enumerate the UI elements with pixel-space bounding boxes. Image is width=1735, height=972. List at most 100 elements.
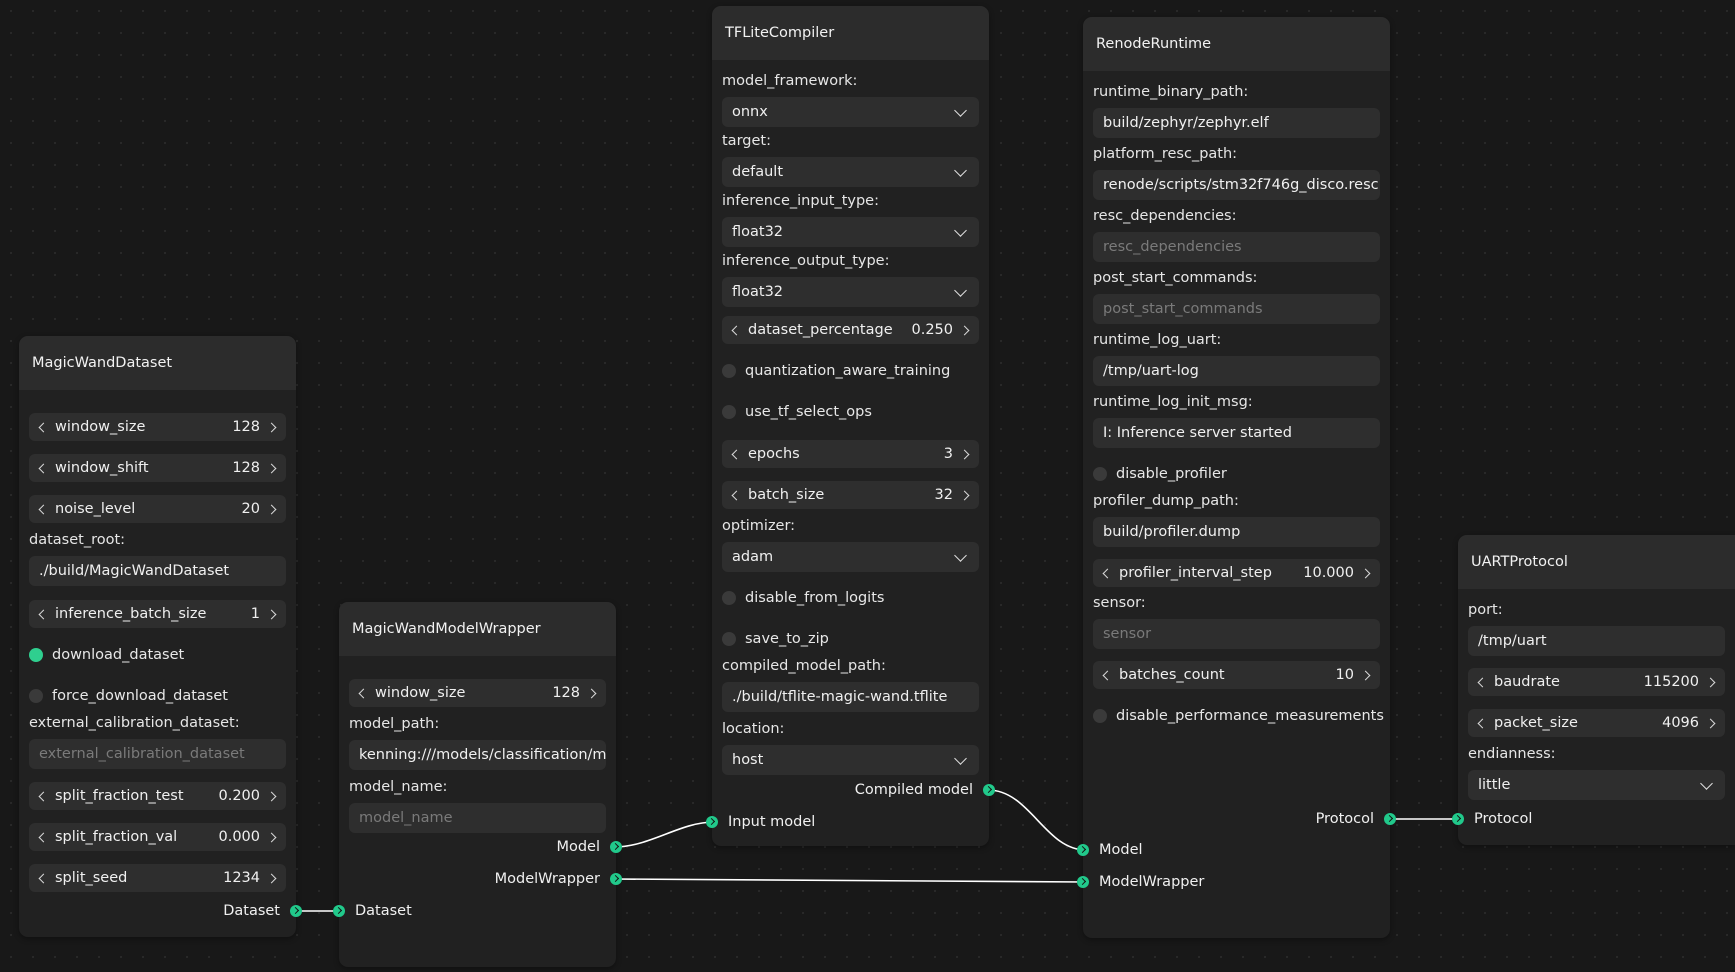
increment-icon[interactable]	[957, 316, 975, 344]
input-port-model[interactable]: Model	[1077, 840, 1143, 860]
runtime-binary-path-input[interactable]: build/zephyr/zephyr.elf	[1093, 108, 1380, 138]
checkbox-off-icon[interactable]	[29, 689, 43, 703]
batch-size-stepper[interactable]: batch_size 32	[722, 481, 979, 509]
decrement-icon[interactable]	[33, 413, 51, 441]
location-select[interactable]: host	[722, 745, 979, 775]
profiler-dump-path-input[interactable]: build/profiler.dump	[1093, 517, 1380, 547]
decrement-icon[interactable]	[33, 823, 51, 851]
model-name-input[interactable]: model_name	[349, 803, 606, 833]
force-download-dataset-checkbox[interactable]: force_download_dataset	[29, 685, 286, 707]
node-tflite-compiler[interactable]: TFLiteCompiler model_framework: onnx tar…	[706, 6, 995, 846]
increment-icon[interactable]	[584, 679, 602, 707]
port-connector-icon[interactable]	[983, 784, 995, 796]
window-size-stepper[interactable]: window_size 128	[29, 413, 286, 441]
split-fraction-val-stepper[interactable]: split_fraction_val 0.000	[29, 823, 286, 851]
input-port-protocol[interactable]: Protocol	[1452, 809, 1532, 829]
node-title[interactable]: MagicWandModelWrapper	[339, 602, 616, 656]
disable-performance-measurements-checkbox[interactable]: disable_performance_measurements	[1093, 705, 1384, 727]
port-connector-icon[interactable]	[610, 841, 622, 853]
split-fraction-test-stepper[interactable]: split_fraction_test 0.200	[29, 782, 286, 810]
external-calibration-input[interactable]: external_calibration_dataset	[29, 739, 286, 769]
increment-icon[interactable]	[264, 413, 282, 441]
decrement-icon[interactable]	[1097, 559, 1115, 587]
packet-size-stepper[interactable]: packet_size 4096	[1468, 709, 1725, 737]
node-uart-protocol[interactable]: UARTProtocol port: /tmp/uart baudrate 11…	[1452, 535, 1735, 845]
input-port-dataset[interactable]: Dataset	[333, 901, 412, 921]
increment-icon[interactable]	[957, 481, 975, 509]
node-magicwand-dataset[interactable]: MagicWandDataset window_size 128 window_…	[19, 336, 302, 937]
quantization-aware-training-checkbox[interactable]: quantization_aware_training	[722, 360, 979, 382]
port-connector-icon[interactable]	[333, 905, 345, 917]
post-start-commands-input[interactable]: post_start_commands	[1093, 294, 1380, 324]
port-input[interactable]: /tmp/uart	[1468, 626, 1725, 656]
checkbox-off-icon[interactable]	[722, 364, 736, 378]
output-port-model[interactable]: Model	[556, 837, 622, 857]
increment-icon[interactable]	[264, 495, 282, 523]
sensor-input[interactable]: sensor	[1093, 619, 1380, 649]
epochs-stepper[interactable]: epochs 3	[722, 440, 979, 468]
noise-level-stepper[interactable]: noise_level 20	[29, 495, 286, 523]
decrement-icon[interactable]	[1472, 668, 1490, 696]
dataset-root-input[interactable]: ./build/MagicWandDataset	[29, 556, 286, 586]
input-port-model-wrapper[interactable]: ModelWrapper	[1077, 872, 1204, 892]
port-connector-icon[interactable]	[706, 816, 718, 828]
decrement-icon[interactable]	[726, 440, 744, 468]
input-port-input-model[interactable]: Input model	[706, 812, 815, 832]
decrement-icon[interactable]	[1097, 661, 1115, 689]
decrement-icon[interactable]	[33, 454, 51, 482]
decrement-icon[interactable]	[33, 864, 51, 892]
port-connector-icon[interactable]	[1077, 844, 1089, 856]
checkbox-off-icon[interactable]	[1093, 709, 1107, 723]
decrement-icon[interactable]	[33, 495, 51, 523]
node-renode-runtime[interactable]: RenodeRuntime runtime_binary_path: build…	[1077, 17, 1396, 938]
download-dataset-checkbox[interactable]: download_dataset	[29, 644, 286, 666]
output-port-protocol[interactable]: Protocol	[1316, 809, 1396, 829]
decrement-icon[interactable]	[726, 481, 744, 509]
disable-profiler-checkbox[interactable]: disable_profiler	[1093, 463, 1380, 485]
compiled-model-path-input[interactable]: ./build/tflite-magic-wand.tflite	[722, 682, 979, 712]
output-port-compiled-model[interactable]: Compiled model	[855, 780, 995, 800]
runtime-log-init-msg-input[interactable]: I: Inference server started	[1093, 418, 1380, 448]
decrement-icon[interactable]	[33, 600, 51, 628]
checkbox-off-icon[interactable]	[1093, 467, 1107, 481]
output-port-dataset[interactable]: Dataset	[223, 901, 302, 921]
increment-icon[interactable]	[1358, 661, 1376, 689]
baudrate-stepper[interactable]: baudrate 115200	[1468, 668, 1725, 696]
model-framework-select[interactable]: onnx	[722, 97, 979, 127]
save-to-zip-checkbox[interactable]: save_to_zip	[722, 628, 979, 650]
optimizer-select[interactable]: adam	[722, 542, 979, 572]
increment-icon[interactable]	[264, 454, 282, 482]
decrement-icon[interactable]	[726, 316, 744, 344]
checkbox-off-icon[interactable]	[722, 591, 736, 605]
node-magicwand-model-wrapper[interactable]: MagicWandModelWrapper window_size 128 mo…	[333, 602, 622, 967]
node-title[interactable]: UARTProtocol	[1458, 535, 1735, 589]
window-shift-stepper[interactable]: window_shift 128	[29, 454, 286, 482]
checkbox-off-icon[interactable]	[722, 632, 736, 646]
port-connector-icon[interactable]	[610, 873, 622, 885]
port-connector-icon[interactable]	[290, 905, 302, 917]
port-connector-icon[interactable]	[1384, 813, 1396, 825]
decrement-icon[interactable]	[1472, 709, 1490, 737]
checkbox-off-icon[interactable]	[722, 405, 736, 419]
node-title[interactable]: MagicWandDataset	[19, 336, 296, 390]
dataset-percentage-stepper[interactable]: dataset_percentage 0.250	[722, 316, 979, 344]
disable-from-logits-checkbox[interactable]: disable_from_logits	[722, 587, 979, 609]
increment-icon[interactable]	[1358, 559, 1376, 587]
endianness-select[interactable]: little	[1468, 770, 1725, 800]
port-connector-icon[interactable]	[1452, 813, 1464, 825]
inference-batch-size-stepper[interactable]: inference_batch_size 1	[29, 600, 286, 628]
increment-icon[interactable]	[264, 823, 282, 851]
batches-count-stepper[interactable]: batches_count 10	[1093, 661, 1380, 689]
node-title[interactable]: RenodeRuntime	[1083, 17, 1390, 71]
runtime-log-uart-input[interactable]: /tmp/uart-log	[1093, 356, 1380, 386]
decrement-icon[interactable]	[33, 782, 51, 810]
target-select[interactable]: default	[722, 157, 979, 187]
resc-dependencies-input[interactable]: resc_dependencies	[1093, 232, 1380, 262]
window-size-stepper[interactable]: window_size 128	[349, 679, 606, 707]
node-title[interactable]: TFLiteCompiler	[712, 6, 989, 60]
increment-icon[interactable]	[264, 864, 282, 892]
decrement-icon[interactable]	[353, 679, 371, 707]
increment-icon[interactable]	[1703, 709, 1721, 737]
increment-icon[interactable]	[1703, 668, 1721, 696]
increment-icon[interactable]	[957, 440, 975, 468]
